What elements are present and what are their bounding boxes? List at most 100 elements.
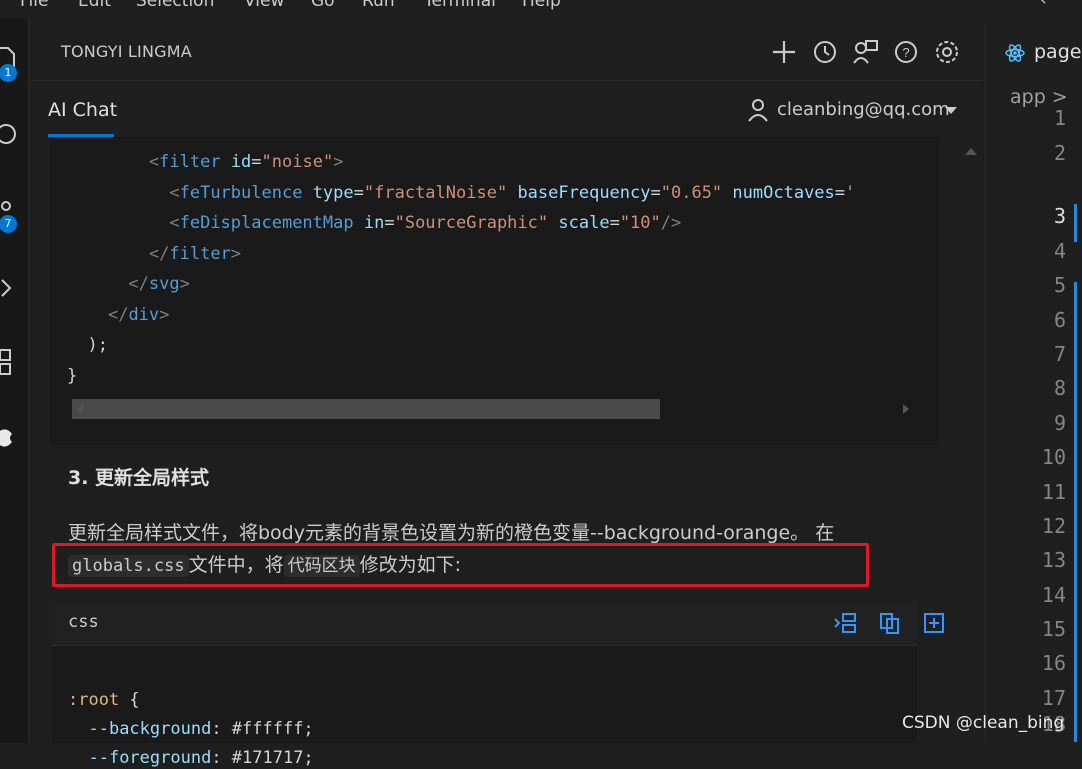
svg-text:?: ? [902, 45, 909, 60]
code-token: type [312, 182, 354, 203]
scroll-left-icon[interactable] [75, 402, 85, 416]
code-token: : #171717; [211, 748, 314, 768]
code-token: --background [88, 719, 212, 739]
code-token: = [834, 182, 846, 203]
code-token: div [128, 304, 160, 325]
menu-selection[interactable]: Selection [136, 0, 214, 11]
menu-go[interactable]: Go [311, 0, 335, 11]
code-bottom-line: --foreground: #171717; [68, 747, 314, 769]
play-icon [1, 279, 12, 297]
code-token: :root [68, 690, 120, 710]
source-control-activity[interactable]: 7 [0, 190, 28, 233]
search-icon [0, 124, 16, 144]
code-token: feDisplacementMap [179, 213, 354, 233]
line-number: 9 [1053, 411, 1066, 435]
code-token: ' [845, 182, 856, 203]
help-icon[interactable]: ? [892, 38, 920, 66]
code-token: --foreground [88, 748, 212, 768]
line-number: 3 [1053, 204, 1066, 228]
code-token: { [119, 690, 140, 710]
paragraph-line-1: 更新全局样式文件，将body元素的背景色设置为新的橙色变量--backgroun… [68, 522, 835, 544]
code-token: = [609, 213, 620, 233]
line-number: 13 [1041, 548, 1066, 572]
code-token: = [353, 182, 364, 203]
react-icon [1005, 44, 1025, 62]
line-number: 12 [1041, 514, 1066, 538]
code-token: > [159, 304, 170, 325]
code-token: filter [159, 152, 221, 172]
line-number: 17 [1041, 686, 1066, 710]
code-token: < [148, 152, 160, 172]
line-number: 5 [1053, 273, 1066, 297]
menu-bar: File Edit Selection View Go Run Terminal… [0, 0, 1082, 18]
code-token: = [251, 152, 262, 172]
tab-ai-chat[interactable]: AI Chat [48, 99, 117, 121]
line-number: 7 [1053, 342, 1066, 366]
red-highlight-box [52, 543, 869, 587]
code-token: ); [87, 335, 108, 355]
user-icon [748, 99, 768, 122]
code-bottom-line: :root { [68, 689, 140, 711]
search-activity[interactable] [0, 112, 28, 152]
code-top-line: <filter id="noise"> [67, 151, 344, 173]
gear-icon[interactable] [933, 38, 961, 66]
menu-view[interactable]: View [244, 0, 284, 11]
back-arrow-icon[interactable]: ‹ [1040, 0, 1047, 10]
menu-terminal[interactable]: Terminal [424, 0, 496, 11]
copy-icon[interactable] [878, 611, 902, 635]
code-token: > [333, 152, 344, 172]
code-token: scale [558, 213, 610, 233]
extensions-activity[interactable] [0, 336, 28, 376]
editor-tab[interactable]: page. [986, 24, 1082, 80]
feedback-icon[interactable] [851, 38, 879, 66]
scroll-up-icon[interactable] [964, 146, 978, 156]
activity-bar: 1 7 [0, 18, 29, 743]
menu-help[interactable]: Help [522, 0, 561, 11]
code-top-line: </filter> [67, 243, 241, 265]
account-email: cleanbing@qq.com [777, 99, 950, 120]
code-token: < [169, 182, 180, 203]
extensions-icon [0, 349, 11, 375]
menu-edit[interactable]: Edit [78, 0, 111, 11]
code-top-line: <feDisplacementMap in="SourceGraphic" sc… [67, 212, 681, 234]
plus-icon[interactable] [770, 38, 798, 66]
code-token: "fractalNoise" [363, 182, 508, 203]
lingma-icon [0, 429, 12, 447]
scroll-right-icon[interactable] [901, 402, 911, 416]
code-token: svg [148, 274, 180, 294]
new-file-icon[interactable] [922, 611, 946, 635]
menu-file[interactable]: File [20, 0, 48, 11]
line-number: 10 [1041, 445, 1066, 469]
code-token: baseFrequency [517, 182, 651, 203]
menu-run[interactable]: Run [362, 0, 395, 11]
line-number: 11 [1041, 480, 1066, 504]
code-token: filter [169, 243, 231, 264]
panel-title: TONGYI LINGMA [61, 42, 192, 61]
chat-tabs: AI Chat cleanbing@qq.com [29, 81, 983, 137]
lingma-activity[interactable] [0, 416, 28, 456]
line-number: 1 [1053, 106, 1066, 130]
code-token: "10" [619, 213, 661, 233]
horizontal-scrollbar-thumb[interactable] [72, 399, 660, 419]
run-debug-activity[interactable] [0, 266, 28, 306]
editor-area: page. app > 123456789101112131415161718 [985, 24, 1082, 743]
insert-icon[interactable] [833, 611, 857, 635]
editor-tab-label: page. [1034, 41, 1082, 63]
explorer-activity[interactable]: 1 [0, 38, 28, 82]
code-token: = [650, 182, 661, 203]
code-token: } [67, 365, 78, 386]
chat-panel: TONGYI LINGMA ? AI Chat cleanbing@qq.com… [29, 24, 983, 768]
explorer-badge: 1 [0, 64, 17, 82]
code-token: > [230, 243, 242, 264]
code-block-css: css :root { --background: #ffffff; --for… [52, 601, 944, 768]
chat-header: TONGYI LINGMA ? [29, 24, 983, 81]
breadcrumb[interactable]: app > [1010, 86, 1068, 108]
history-icon[interactable] [811, 38, 839, 66]
